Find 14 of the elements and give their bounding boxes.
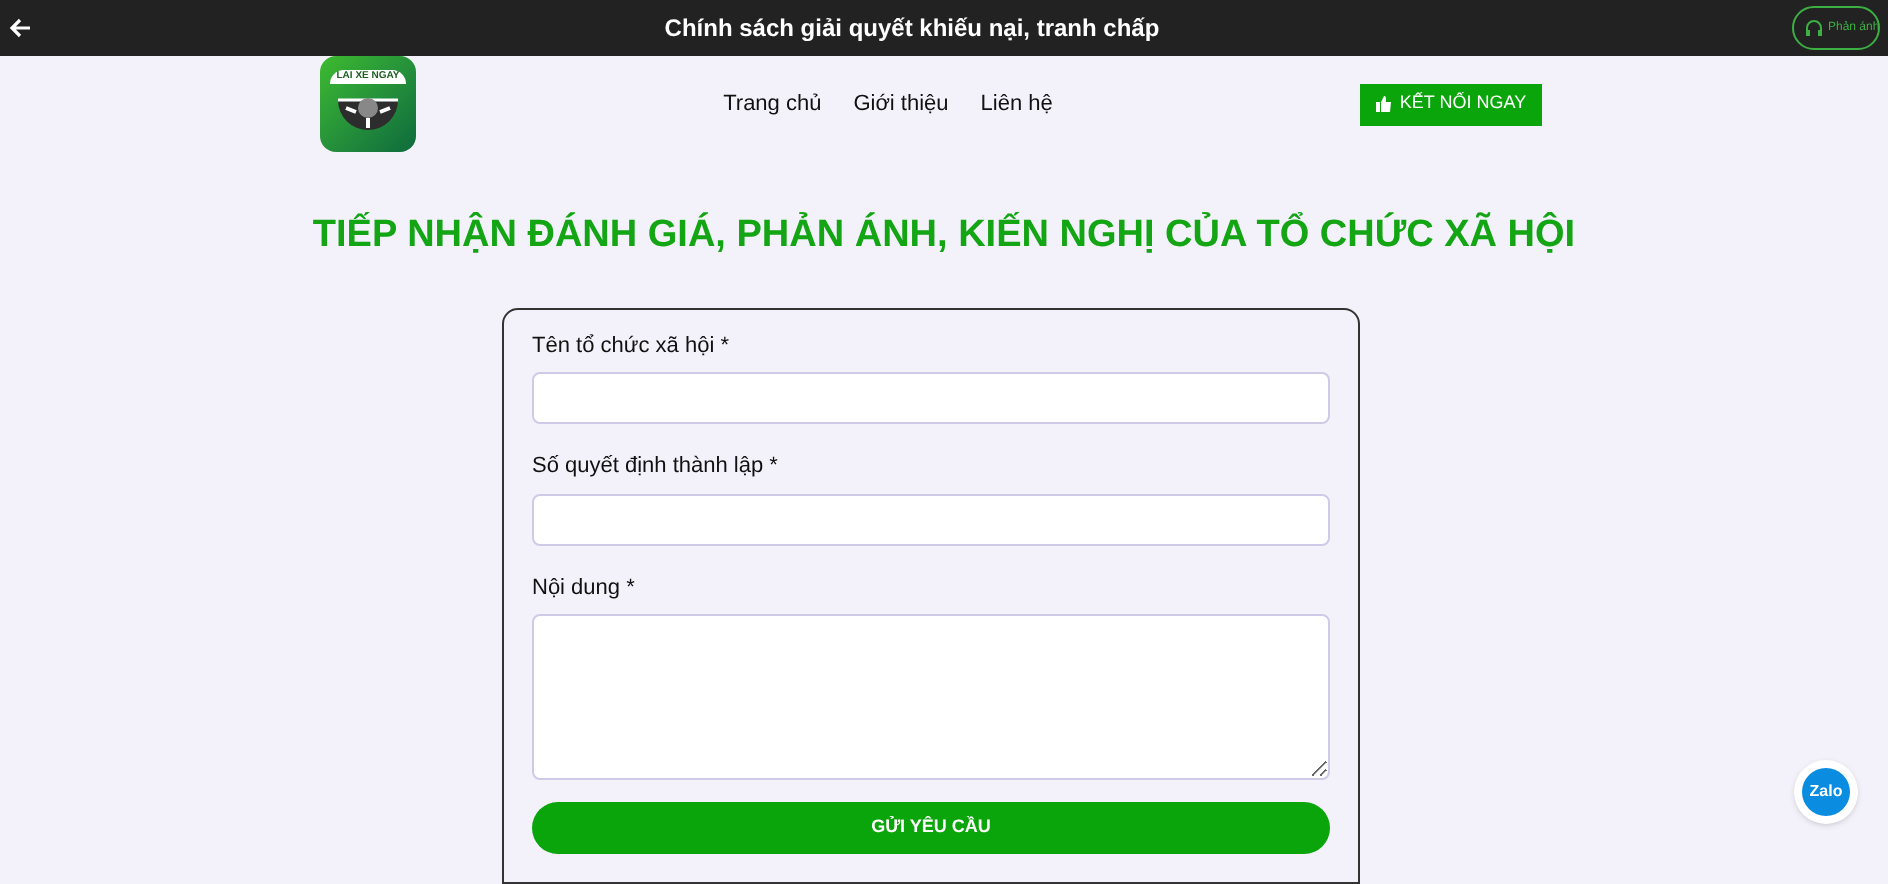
headset-icon — [1804, 18, 1824, 38]
page-title: Chính sách giải quyết khiếu nại, tranh chấp — [662, 12, 1162, 46]
field-label: Tên tổ chức xã hội * — [532, 331, 731, 361]
input-field[interactable] — [532, 372, 1330, 424]
nav-link[interactable]: Giới thiệu — [853, 87, 949, 121]
nav-link[interactable]: Trang chủ — [723, 87, 822, 121]
back-icon[interactable] — [8, 16, 32, 40]
nav-link[interactable]: Liên hệ — [980, 87, 1053, 121]
page-heading: TIẾP NHẬN ĐÁNH GIÁ, PHẢN ÁNH, KIẾN NGHỊ CỦA TỔ CHỨC XÃ HỘI — [310, 210, 1578, 260]
thumbs-up-icon — [1375, 96, 1392, 112]
field-label: Số quyết định thành lập * — [532, 452, 780, 482]
input-field[interactable] — [532, 493, 1330, 545]
content-textarea[interactable] — [532, 614, 1330, 780]
field-label: Nội dung * — [532, 573, 637, 603]
